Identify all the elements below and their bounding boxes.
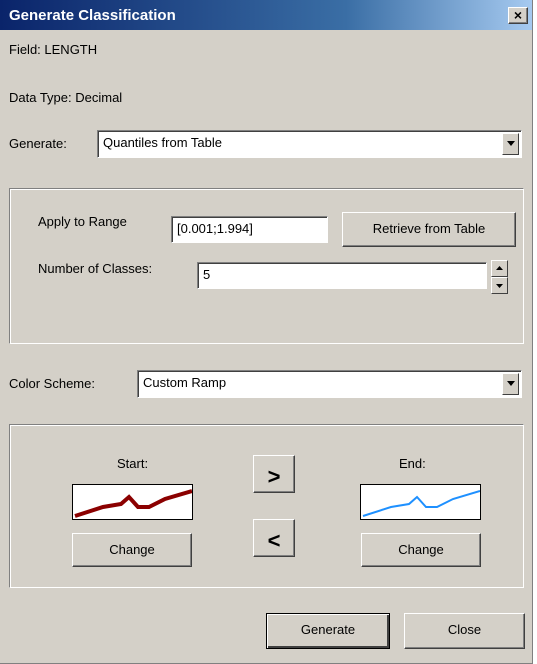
ramp-group: Start: Change > < End: Change <box>9 424 524 588</box>
start-change-label: Change <box>109 542 155 557</box>
field-info: Field: LENGTH <box>9 42 98 57</box>
start-color-ramp[interactable] <box>72 484 193 520</box>
chevron-right-icon: > <box>267 464 281 489</box>
retrieve-from-table-label: Retrieve from Table <box>372 221 486 236</box>
start-ramp-line <box>74 489 192 518</box>
window-title: Generate Classification <box>9 7 176 24</box>
generate-label: Generate: <box>9 136 67 151</box>
color-scheme-label: Color Scheme: <box>9 376 95 391</box>
end-change-label: Change <box>398 542 444 557</box>
end-change-button[interactable]: Change <box>361 533 481 567</box>
start-change-button[interactable]: Change <box>72 533 192 567</box>
apply-to-range-label: Apply to Range <box>38 214 127 229</box>
apply-to-range-value: [0.001;1.994] <box>177 221 253 236</box>
range-group: Apply to Range [0.001;1.994] Retrieve fr… <box>9 188 524 344</box>
generate-select-value: Quantiles from Table <box>103 135 222 150</box>
start-label: Start: <box>117 456 149 471</box>
spin-up-icon[interactable] <box>491 260 508 277</box>
apply-to-range-input[interactable]: [0.001;1.994] <box>171 216 328 243</box>
end-color-ramp[interactable] <box>360 484 481 520</box>
color-scheme-select-value: Custom Ramp <box>143 375 227 390</box>
generate-select[interactable]: Quantiles from Table <box>97 130 522 158</box>
data-type-info: Data Type: Decimal <box>9 90 123 105</box>
end-label: End: <box>399 456 426 471</box>
close-button-label: Close <box>447 622 482 637</box>
generate-button-label: Generate <box>300 622 356 637</box>
spin-down-icon[interactable] <box>491 277 508 294</box>
chevron-left-icon: < <box>267 528 281 553</box>
generate-classification-dialog: Generate Classification × Field: LENGTH … <box>0 0 533 664</box>
close-icon[interactable]: × <box>508 7 528 24</box>
number-of-classes-input[interactable]: 5 <box>197 262 487 289</box>
chevron-down-icon[interactable] <box>502 133 519 155</box>
number-of-classes-value: 5 <box>203 267 211 282</box>
number-of-classes-label: Number of Classes: <box>38 261 153 276</box>
retrieve-from-table-button[interactable]: Retrieve from Table <box>342 212 516 247</box>
back-button[interactable]: < <box>253 519 295 557</box>
generate-button[interactable]: Generate <box>266 613 390 649</box>
forward-button[interactable]: > <box>253 455 295 493</box>
chevron-down-icon[interactable] <box>502 373 519 395</box>
end-ramp-line <box>362 490 480 517</box>
close-button[interactable]: Close <box>404 613 525 649</box>
color-scheme-select[interactable]: Custom Ramp <box>137 370 522 398</box>
title-bar[interactable]: Generate Classification × <box>0 0 532 30</box>
